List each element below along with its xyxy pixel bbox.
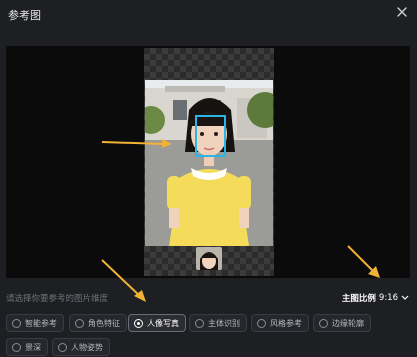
radio-icon — [134, 318, 143, 328]
option-subject-recognition[interactable]: 主体识别 — [189, 314, 247, 332]
radio-icon — [75, 318, 84, 328]
option-depth-of-field[interactable]: 景深 — [6, 338, 48, 356]
option-label: 边缘轮廓 — [332, 318, 364, 328]
option-smart-reference[interactable]: 智能参考 — [6, 314, 64, 332]
reference-photo — [145, 80, 273, 246]
option-label: 景深 — [25, 342, 41, 352]
arrow-annotation-icon — [347, 245, 380, 278]
radio-icon — [58, 342, 67, 352]
option-edge-contour[interactable]: 边缘轮廓 — [313, 314, 371, 332]
option-label: 角色特征 — [88, 318, 120, 328]
dialog-header: 参考图 — [0, 0, 417, 30]
radio-icon — [257, 318, 266, 328]
aspect-ratio-label: 主图比例 — [341, 294, 376, 304]
radio-icon — [319, 318, 328, 328]
option-style-reference[interactable]: 风格参考 — [251, 314, 309, 332]
aspect-ratio-selector[interactable]: 主图比例 9:16 — [342, 292, 409, 304]
arrow-annotation-icon — [101, 139, 172, 148]
dialog-title: 参考图 — [8, 9, 41, 22]
close-icon[interactable] — [395, 5, 409, 19]
option-label: 人像写真 — [147, 318, 179, 328]
option-character-features[interactable]: 角色特征 — [69, 314, 127, 332]
radio-icon — [195, 318, 204, 328]
option-portrait[interactable]: 人像写真 — [128, 314, 186, 332]
radio-icon — [12, 342, 21, 352]
aspect-ratio-value: 9:16 — [378, 293, 398, 303]
face-thumbnail — [196, 247, 222, 270]
option-label: 人物姿势 — [71, 342, 103, 352]
chevron-down-icon — [401, 295, 409, 300]
option-label: 主体识别 — [208, 318, 240, 328]
radio-icon — [12, 318, 21, 328]
dimension-hint: 请选择你要参考的图片维度 — [6, 294, 109, 304]
transparent-canvas — [144, 48, 274, 276]
option-label: 智能参考 — [25, 318, 57, 328]
option-pose[interactable]: 人物姿势 — [52, 338, 110, 356]
option-label: 风格参考 — [270, 318, 302, 328]
